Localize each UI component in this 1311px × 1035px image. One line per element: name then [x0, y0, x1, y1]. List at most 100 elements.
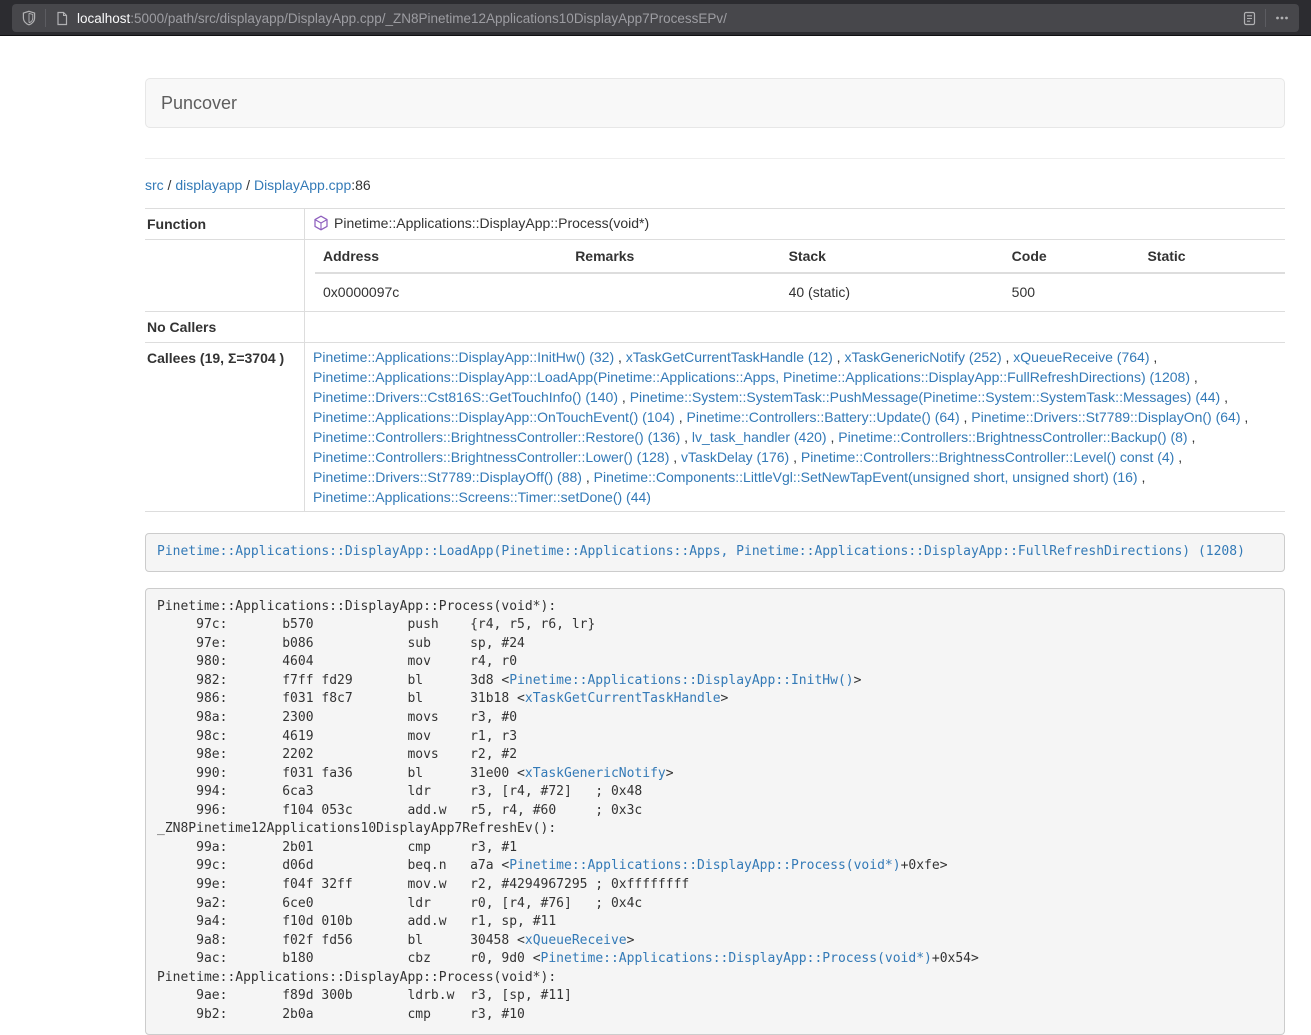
asm-text: > — [666, 766, 674, 781]
asm-line: 99e: f04f 32ff mov.w r2, #4294967295 ; 0… — [157, 876, 1273, 895]
callee-separator: , — [680, 429, 692, 445]
asm-symbol-link[interactable]: xTaskGetCurrentTaskHandle — [525, 691, 721, 706]
asm-text: 9ae: f89d 300b ldrb.w r3, [sp, #11] — [157, 988, 572, 1003]
asm-text: 990: f031 fa36 bl 31e00 < — [157, 766, 525, 781]
callee-link[interactable]: Pinetime::System::SystemTask::PushMessag… — [630, 389, 1221, 405]
asm-line: 99a: 2b01 cmp r3, #1 — [157, 839, 1273, 858]
asm-symbol-link[interactable]: Pinetime::Applications::DisplayApp::Proc… — [509, 858, 900, 873]
breadcrumb-link[interactable]: src — [145, 177, 164, 193]
callee-separator: , — [1241, 409, 1249, 425]
urlbar-divider-right — [1265, 9, 1266, 27]
callee-separator: , — [960, 409, 972, 425]
callee-link[interactable]: Pinetime::Drivers::St7789::DisplayOn() (… — [971, 409, 1240, 425]
asm-text: +0xfe> — [901, 858, 948, 873]
callee-link[interactable]: Pinetime::Controllers::BrightnessControl… — [838, 429, 1187, 445]
asm-symbol-link[interactable]: Pinetime::Applications::DisplayApp::Init… — [509, 673, 853, 688]
callee-link[interactable]: Pinetime::Drivers::St7789::DisplayOff() … — [313, 469, 582, 485]
callee-link[interactable]: Pinetime::Components::LittleVgl::SetNewT… — [594, 469, 1138, 485]
callee-link[interactable]: vTaskDelay (176) — [681, 449, 789, 465]
url-bar[interactable]: localhost:5000/path/src/displayapp/Displ… — [12, 4, 1299, 32]
asm-line: 9b2: 2b0a cmp r3, #10 — [157, 1006, 1273, 1025]
asm-line: 9a4: f10d 010b add.w r1, sp, #11 — [157, 913, 1273, 932]
callee-link[interactable]: lv_task_handler (420) — [692, 429, 827, 445]
asm-line: 99c: d06d beq.n a7a <Pinetime::Applicati… — [157, 857, 1273, 876]
url-text[interactable]: localhost:5000/path/src/displayapp/Displ… — [77, 11, 1240, 26]
url-host: localhost — [77, 11, 130, 26]
callee-link[interactable]: Pinetime::Applications::DisplayApp::OnTo… — [313, 409, 675, 425]
callee-link[interactable]: xTaskGetCurrentTaskHandle (12) — [626, 349, 833, 365]
callee-separator: , — [1188, 429, 1196, 445]
callee-link[interactable]: Pinetime::Controllers::BrightnessControl… — [313, 449, 669, 465]
callee-separator: , — [827, 429, 839, 445]
breadcrumb: src / displayapp / DisplayApp.cpp:86 — [145, 175, 1285, 195]
asm-symbol-link[interactable]: xTaskGenericNotify — [525, 766, 666, 781]
asm-line: 9ae: f89d 300b ldrb.w r3, [sp, #11] — [157, 987, 1273, 1006]
asm-line: 9a8: f02f fd56 bl 30458 <xQueueReceive> — [157, 932, 1273, 951]
asm-text: 980: 4604 mov r4, r0 — [157, 654, 517, 669]
details-cell: 500 — [1004, 273, 1140, 311]
callee-separator: , — [618, 389, 630, 405]
asm-text: 9a4: f10d 010b add.w r1, sp, #11 — [157, 914, 556, 929]
more-actions-icon[interactable] — [1273, 9, 1291, 27]
asm-text: 982: f7ff fd29 bl 3d8 < — [157, 673, 509, 688]
asm-text: 986: f031 f8c7 bl 31b18 < — [157, 691, 525, 706]
asm-line: 986: f031 f8c7 bl 31b18 <xTaskGetCurrent… — [157, 690, 1273, 709]
callee-separator: , — [789, 449, 801, 465]
page-icon[interactable] — [53, 9, 71, 27]
asm-text: 98e: 2202 movs r2, #2 — [157, 747, 517, 762]
callees-list: Pinetime::Applications::DisplayApp::Init… — [305, 343, 1286, 512]
callees-label: Callees (19, Σ=3704 ) — [145, 343, 305, 512]
app-title: Puncover — [161, 93, 237, 114]
reader-mode-icon[interactable] — [1240, 9, 1258, 27]
asm-text: 99e: f04f 32ff mov.w r2, #4294967295 ; 0… — [157, 877, 689, 892]
asm-line: 980: 4604 mov r4, r0 — [157, 653, 1273, 672]
table-row: Callees (19, Σ=3704 ) Pinetime::Applicat… — [145, 343, 1285, 512]
details-column-header: Code — [1004, 240, 1140, 273]
table-row: Function Pinetime::Applications::Display… — [145, 209, 1285, 240]
details-column-header: Stack — [781, 240, 1004, 273]
asm-line: _ZN8Pinetime12Applications10DisplayApp7R… — [157, 820, 1273, 839]
asm-text: Pinetime::Applications::DisplayApp::Proc… — [157, 970, 556, 985]
callee-link[interactable]: Pinetime::Drivers::Cst816S::GetTouchInfo… — [313, 389, 618, 405]
callee-separator: , — [669, 449, 681, 465]
asm-text: 9b2: 2b0a cmp r3, #10 — [157, 1007, 525, 1022]
asm-line: 97c: b570 push {r4, r5, r6, lr} — [157, 616, 1273, 635]
url-path: :5000/path/src/displayapp/DisplayApp.cpp… — [130, 11, 727, 26]
asm-text: 996: f104 053c add.w r5, r4, #60 ; 0x3c — [157, 803, 642, 818]
breadcrumb-link[interactable]: displayapp — [175, 177, 242, 193]
breadcrumb-link[interactable]: DisplayApp.cpp — [254, 177, 351, 193]
brand-panel: Puncover — [145, 78, 1285, 128]
callee-link[interactable]: xTaskGenericNotify (252) — [844, 349, 1001, 365]
asm-line: 990: f031 fa36 bl 31e00 <xTaskGenericNot… — [157, 765, 1273, 784]
function-details-table: AddressRemarksStackCodeStatic 0x0000097c… — [315, 240, 1285, 311]
asm-text: Pinetime::Applications::DisplayApp::Proc… — [157, 599, 556, 614]
details-value-row: 0x0000097c40 (static)500 — [315, 273, 1285, 311]
breadcrumb-line-number: :86 — [351, 177, 370, 193]
callee-link[interactable]: Pinetime::Controllers::Battery::Update()… — [687, 409, 960, 425]
asm-text: _ZN8Pinetime12Applications10DisplayApp7R… — [157, 821, 556, 836]
asm-symbol-link[interactable]: Pinetime::Applications::DisplayApp::Proc… — [541, 951, 932, 966]
callee-link[interactable]: Pinetime::Applications::DisplayApp::Init… — [313, 349, 614, 365]
details-cell: 40 (static) — [781, 273, 1004, 311]
asm-text: > — [721, 691, 729, 706]
callee-link[interactable]: Pinetime::Controllers::BrightnessControl… — [313, 429, 680, 445]
shield-icon[interactable] — [20, 9, 38, 27]
details-cell — [1139, 273, 1285, 311]
asm-line: 98c: 4619 mov r1, r3 — [157, 728, 1273, 747]
asm-line: 9a2: 6ce0 ldr r0, [r4, #76] ; 0x4c — [157, 895, 1273, 914]
asm-text: 994: 6ca3 ldr r3, [r4, #72] ; 0x48 — [157, 784, 642, 799]
asm-text: +0x54> — [932, 951, 979, 966]
callee-link[interactable]: xQueueReceive (764) — [1013, 349, 1149, 365]
details-column-header: Remarks — [567, 240, 780, 273]
callee-separator: , — [1002, 349, 1014, 365]
callee-link[interactable]: Pinetime::Controllers::BrightnessControl… — [801, 449, 1174, 465]
table-row: AddressRemarksStackCodeStatic 0x0000097c… — [145, 240, 1285, 312]
asm-symbol-link[interactable]: xQueueReceive — [525, 933, 627, 948]
urlbar-divider — [45, 9, 46, 27]
callee-link[interactable]: Pinetime::Applications::DisplayApp::Load… — [313, 369, 1190, 385]
highlighted-callee-link[interactable]: Pinetime::Applications::DisplayApp::Load… — [157, 544, 1245, 559]
table-row: No Callers — [145, 312, 1285, 343]
details-header-row: AddressRemarksStackCodeStatic — [315, 240, 1285, 273]
callee-link[interactable]: Pinetime::Applications::Screens::Timer::… — [313, 489, 651, 505]
details-column-header: Static — [1139, 240, 1285, 273]
